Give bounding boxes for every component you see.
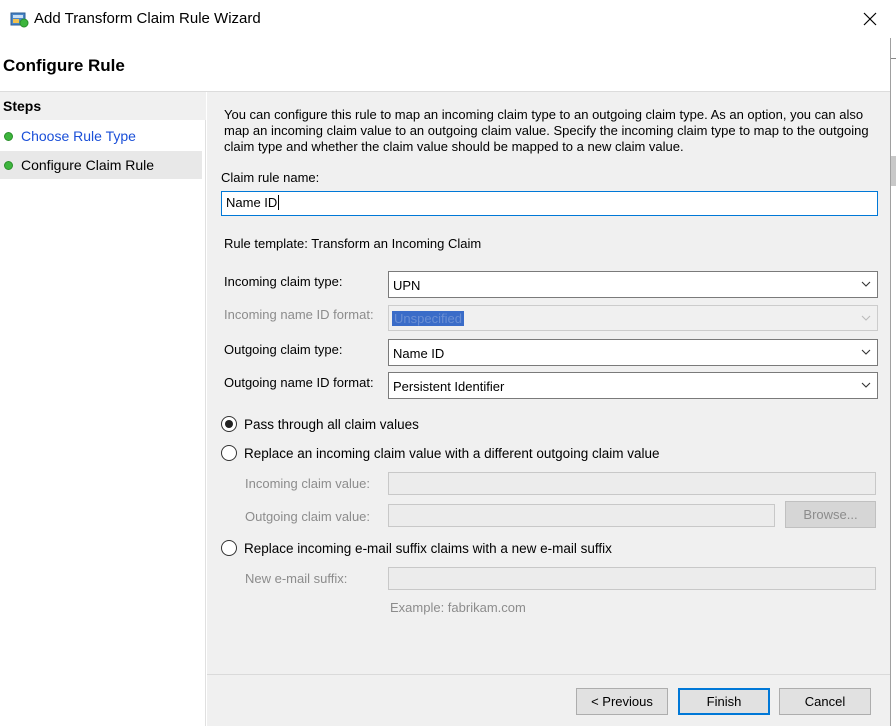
step-choose-rule-type[interactable]: Choose Rule Type <box>0 122 202 150</box>
wizard-app-icon <box>9 9 29 29</box>
rule-template-text: Rule template: Transform an Incoming Cla… <box>224 236 482 251</box>
new-email-suffix-label: New e-mail suffix: <box>245 571 348 586</box>
replace-value-radio[interactable] <box>221 445 237 461</box>
steps-sidebar: Steps Choose Rule Type Configure Claim R… <box>0 92 206 726</box>
new-email-suffix-input <box>388 567 876 590</box>
step-complete-icon <box>4 132 13 141</box>
pass-through-radio[interactable] <box>221 416 237 432</box>
incoming-claim-type-select[interactable]: UPN <box>388 271 878 298</box>
close-button[interactable] <box>852 4 888 34</box>
incoming-name-id-format-label: Incoming name ID format: <box>224 307 374 322</box>
claim-rule-name-input[interactable]: Name ID <box>221 191 878 216</box>
outgoing-claim-value-input <box>388 504 775 527</box>
step-configure-claim-rule: Configure Claim Rule <box>0 151 202 179</box>
chevron-down-icon <box>861 349 871 355</box>
background-window-edge <box>890 38 896 726</box>
incoming-claim-type-label: Incoming claim type: <box>224 274 343 289</box>
steps-header: Steps <box>0 92 206 120</box>
main-content: You can configure this rule to map an in… <box>207 92 890 726</box>
chevron-down-icon <box>861 382 871 388</box>
chevron-down-icon <box>861 315 871 321</box>
outgoing-name-id-format-value: Persistent Identifier <box>393 379 505 394</box>
outgoing-claim-type-value: Name ID <box>393 346 445 361</box>
wizard-footer: < Previous Finish Cancel <box>207 674 890 726</box>
incoming-name-id-format-select: Unspecified <box>388 305 878 331</box>
description-text: You can configure this rule to map an in… <box>224 107 869 154</box>
step-label: Configure Claim Rule <box>21 157 155 173</box>
step-current-icon <box>4 161 13 170</box>
step-label: Choose Rule Type <box>21 128 136 144</box>
title-bar: Add Transform Claim Rule Wizard <box>0 0 896 38</box>
incoming-claim-type-value: UPN <box>393 278 421 293</box>
example-text: Example: fabrikam.com <box>390 600 526 615</box>
steps-header-label: Steps <box>3 98 42 114</box>
page-title: Configure Rule <box>3 56 125 75</box>
close-icon <box>863 12 877 26</box>
replace-suffix-label[interactable]: Replace incoming e-mail suffix claims wi… <box>244 541 612 556</box>
incoming-name-id-format-value: Unspecified <box>392 311 464 326</box>
outgoing-name-id-format-label: Outgoing name ID format: <box>224 375 374 390</box>
pass-through-label[interactable]: Pass through all claim values <box>244 417 419 432</box>
outgoing-claim-type-label: Outgoing claim type: <box>224 342 343 357</box>
incoming-claim-value-label: Incoming claim value: <box>245 476 370 491</box>
claim-rule-name-label: Claim rule name: <box>221 170 320 185</box>
browse-button: Browse... <box>785 501 876 528</box>
incoming-claim-value-input <box>388 472 876 495</box>
outgoing-claim-value-label: Outgoing claim value: <box>245 509 371 524</box>
window-title: Add Transform Claim Rule Wizard <box>34 10 261 27</box>
header-band: Configure Rule <box>0 38 896 92</box>
outgoing-name-id-format-select[interactable]: Persistent Identifier <box>388 372 878 399</box>
cancel-button[interactable]: Cancel <box>779 688 871 715</box>
previous-button[interactable]: < Previous <box>576 688 668 715</box>
finish-button[interactable]: Finish <box>678 688 770 715</box>
replace-value-label[interactable]: Replace an incoming claim value with a d… <box>244 446 659 461</box>
claim-rule-name-value: Name ID <box>226 195 278 210</box>
outgoing-claim-type-select[interactable]: Name ID <box>388 339 878 366</box>
chevron-down-icon <box>861 281 871 287</box>
replace-suffix-radio[interactable] <box>221 540 237 556</box>
